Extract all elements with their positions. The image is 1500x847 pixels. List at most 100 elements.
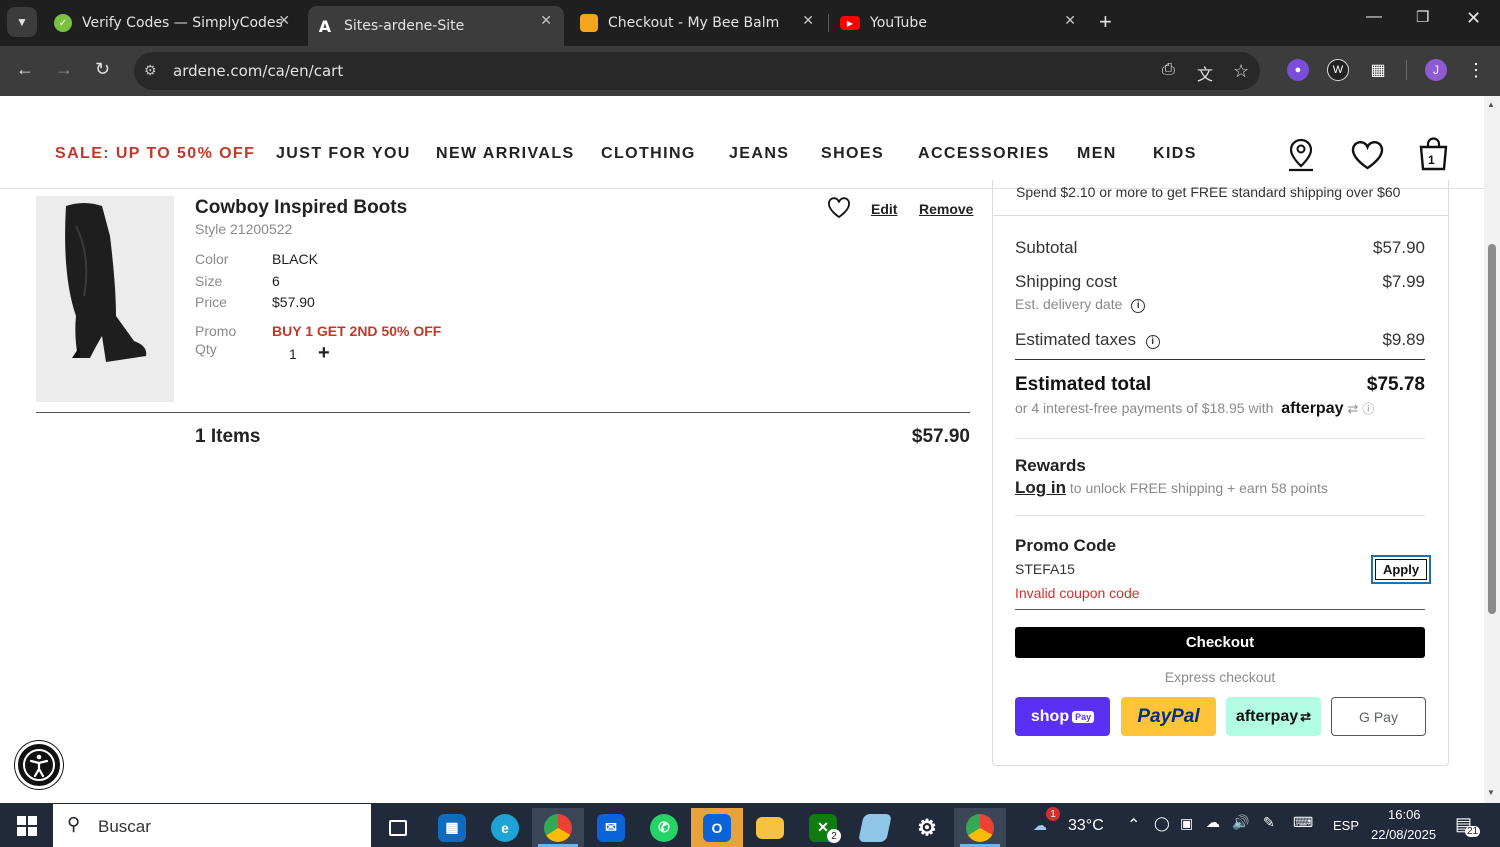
- forward-button[interactable]: →: [55, 58, 73, 80]
- taskbar-chrome-1[interactable]: [532, 808, 584, 847]
- items-count: 1 Items: [195, 426, 261, 447]
- restore-button[interactable]: ❐: [1416, 8, 1429, 26]
- accessibility-button[interactable]: [15, 741, 63, 789]
- tab-youtube[interactable]: ▶ YouTube ✕: [834, 6, 1088, 40]
- site-settings-icon[interactable]: ⚙: [144, 62, 157, 79]
- nav-men[interactable]: MEN: [1077, 145, 1117, 163]
- taskbar-mail[interactable]: ✉: [585, 808, 637, 847]
- shop-pay-button[interactable]: shop Pay: [1015, 697, 1110, 736]
- weather-widget-icon[interactable]: ☁ 1: [1033, 807, 1060, 835]
- close-window-button[interactable]: ✕: [1466, 8, 1481, 29]
- subtotal-label: Subtotal: [1015, 238, 1078, 257]
- remove-item-link[interactable]: Remove: [919, 201, 973, 217]
- scroll-up-arrow-icon[interactable]: ▲: [1487, 100, 1495, 109]
- tab-bee-balm[interactable]: Checkout - My Bee Balm ✕: [572, 6, 826, 40]
- minimize-button[interactable]: —: [1366, 8, 1382, 26]
- browser-menu-icon[interactable]: ⋮: [1465, 59, 1487, 81]
- nav-kids[interactable]: KIDS: [1153, 145, 1197, 163]
- google-pay-button[interactable]: G Pay: [1331, 697, 1426, 736]
- weather-temperature[interactable]: 33°C: [1068, 817, 1104, 835]
- afterpay-arrows-icon: ⇄: [1347, 401, 1359, 416]
- site-navigation: SALE: UP TO 50% OFF JUST FOR YOU NEW ARR…: [0, 96, 1484, 189]
- afterpay-info-icon[interactable]: ⓘ: [1362, 402, 1374, 416]
- taxes-info-icon[interactable]: i: [1145, 334, 1160, 349]
- onedrive-cloud-icon[interactable]: ☁: [1206, 814, 1220, 831]
- extension-icon[interactable]: ●: [1287, 59, 1309, 81]
- volume-icon[interactable]: 🔊: [1232, 814, 1249, 831]
- input-language[interactable]: ESP: [1333, 818, 1359, 833]
- toolbar-separator: [1406, 60, 1407, 80]
- taskbar-xbox[interactable]: ✕ 2: [797, 808, 849, 847]
- afterpay-button[interactable]: afterpay ⇄: [1226, 697, 1321, 736]
- store-locator-icon[interactable]: [1286, 138, 1316, 172]
- taskbar-whatsapp[interactable]: ✆: [638, 808, 690, 847]
- clock-date[interactable]: 22/08/2025: [1371, 827, 1436, 842]
- close-tab-icon[interactable]: ✕: [1064, 13, 1076, 29]
- product-image[interactable]: [36, 196, 174, 402]
- page-scrollbar[interactable]: ▲ ▼: [1484, 96, 1500, 803]
- login-link[interactable]: Log in: [1015, 478, 1066, 497]
- back-button[interactable]: ←: [16, 58, 34, 80]
- paypal-label: PayPal: [1137, 705, 1200, 727]
- reload-button[interactable]: ↻: [95, 58, 110, 80]
- windows-start-icon[interactable]: [17, 816, 37, 836]
- delivery-info-icon[interactable]: i: [1131, 298, 1146, 313]
- qty-label: Qty: [195, 341, 217, 357]
- show-hidden-icons-chevron-icon[interactable]: ⌃: [1127, 815, 1140, 835]
- tab-search-menu-button[interactable]: ▼: [7, 7, 37, 37]
- close-tab-icon[interactable]: ✕: [278, 13, 290, 29]
- rewards-line: Log in to unlock FREE shipping + earn 58…: [1015, 478, 1328, 498]
- chrome-icon: [544, 813, 572, 842]
- taskbar-search[interactable]: ⚲ Buscar: [53, 804, 371, 847]
- scroll-down-arrow-icon[interactable]: ▼: [1487, 788, 1495, 797]
- address-bar[interactable]: ⚙ ardene.com/ca/en/cart ⎙ 文 ☆: [134, 52, 1260, 90]
- quantity-value[interactable]: 1: [289, 346, 297, 362]
- new-tab-button[interactable]: +: [1099, 10, 1112, 34]
- price-value: $57.90: [272, 294, 315, 310]
- nav-accessories[interactable]: ACCESSORIES: [918, 145, 1050, 163]
- product-name[interactable]: Cowboy Inspired Boots: [195, 197, 407, 219]
- close-tab-icon[interactable]: ✕: [540, 13, 552, 29]
- taskbar-chrome-2[interactable]: [954, 808, 1006, 847]
- profile-avatar[interactable]: J: [1425, 59, 1447, 81]
- tray-network-icon[interactable]: ▣: [1180, 815, 1193, 832]
- nav-jeans[interactable]: JEANS: [729, 145, 789, 163]
- close-tab-icon[interactable]: ✕: [802, 13, 814, 29]
- clock-time[interactable]: 16:06: [1388, 807, 1421, 822]
- taskbar-app[interactable]: [849, 808, 901, 847]
- translate-icon[interactable]: 文: [1197, 61, 1213, 85]
- product-style-number: Style 21200522: [195, 221, 293, 237]
- quantity-increase-button[interactable]: +: [318, 342, 330, 365]
- delivery-date-row: Est. delivery date i: [1015, 296, 1146, 313]
- keyboard-icon[interactable]: ⌨: [1293, 814, 1313, 831]
- taskbar-file-explorer[interactable]: [744, 808, 796, 847]
- taskbar-settings[interactable]: ⚙: [901, 808, 953, 847]
- express-checkout-label: Express checkout: [1164, 669, 1276, 685]
- apply-promo-button[interactable]: Apply: [1371, 555, 1431, 584]
- edit-item-link[interactable]: Edit: [871, 201, 897, 217]
- nav-clothing[interactable]: CLOTHING: [601, 145, 696, 163]
- tray-device-icon[interactable]: ◯: [1154, 815, 1170, 832]
- checkout-button[interactable]: Checkout: [1015, 627, 1425, 658]
- tab-simplycodes[interactable]: ✓ Verify Codes — SimplyCodes ✕: [48, 6, 302, 40]
- scrollbar-thumb[interactable]: [1488, 244, 1496, 614]
- add-to-wishlist-heart-icon[interactable]: [827, 197, 851, 219]
- tab-ardene[interactable]: A Sites-ardene-Site ✕: [308, 6, 564, 46]
- pen-icon[interactable]: ✎: [1263, 814, 1275, 831]
- taskbar-outlook[interactable]: O: [691, 808, 743, 847]
- nav-shoes[interactable]: SHOES: [821, 145, 884, 163]
- paypal-button[interactable]: PayPal: [1121, 697, 1216, 736]
- nav-sale[interactable]: SALE: UP TO 50% OFF: [55, 145, 255, 163]
- task-view-button[interactable]: [372, 808, 424, 847]
- install-app-icon[interactable]: ⎙: [1162, 61, 1175, 79]
- nav-new-arrivals[interactable]: NEW ARRIVALS: [436, 145, 575, 163]
- nav-just-for-you[interactable]: JUST FOR YOU: [276, 145, 411, 163]
- taskbar-edge[interactable]: e: [479, 808, 531, 847]
- extensions-puzzle-icon[interactable]: ▦: [1367, 59, 1389, 81]
- size-value: 6: [272, 273, 280, 289]
- taskbar-store[interactable]: ▦: [426, 808, 478, 847]
- extension-w-icon[interactable]: W: [1327, 59, 1349, 81]
- bookmark-star-icon[interactable]: ☆: [1233, 61, 1249, 82]
- wishlist-heart-icon[interactable]: [1351, 140, 1384, 170]
- promo-code-input[interactable]: STEFA15: [1015, 561, 1075, 577]
